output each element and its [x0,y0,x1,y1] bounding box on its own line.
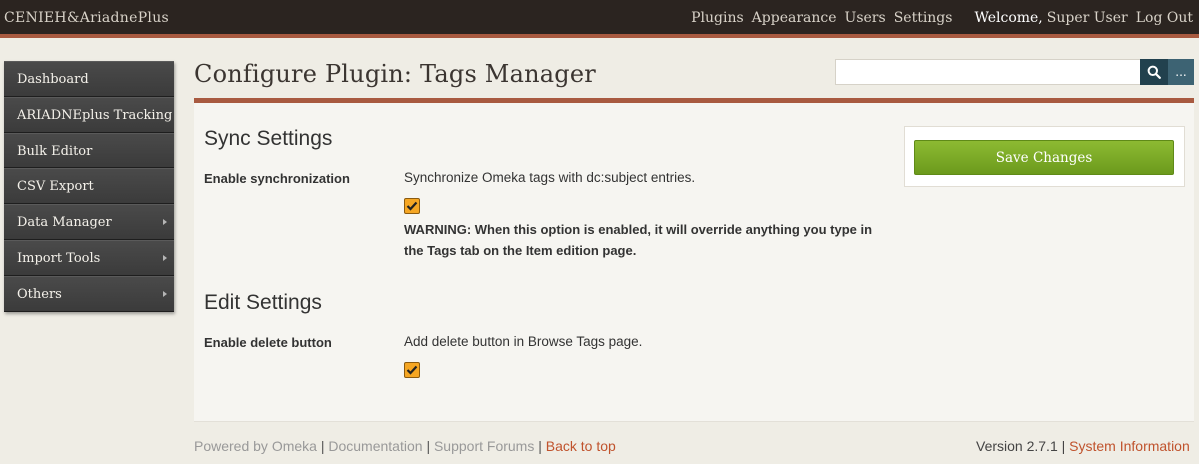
powered-by-omeka-link[interactable]: Powered by Omeka [194,438,317,454]
enable-delete-button-description: Add delete button in Browse Tags page. [404,334,643,349]
support-forums-link[interactable]: Support Forums [434,438,534,454]
sidebar-item-ariadneplus-tracking[interactable]: ARIADNEplus Tracking [4,96,174,133]
checkmark-icon [406,201,418,211]
sidebar-item-label: Import Tools [17,250,101,266]
sidebar-item-label: ARIADNEplus Tracking [17,107,173,123]
footer-separator: | [1061,438,1066,454]
top-bar: CENIEH&AriadnePlus Plugins Appearance Us… [0,0,1199,38]
chevron-right-icon [163,254,167,261]
search-button[interactable] [1140,59,1168,85]
enable-delete-button-label: Enable delete button [204,335,332,350]
sidebar-item-csv-export[interactable]: CSV Export [4,168,174,205]
page-title: Configure Plugin: Tags Manager [194,60,596,88]
sidebar-item-label: Dashboard [17,72,89,87]
sync-settings-title: Sync Settings [204,127,333,150]
version-text: Version 2.7.1 [976,438,1058,454]
documentation-link[interactable]: Documentation [328,438,422,454]
footer-separator: | [538,438,542,454]
sync-warning-text: WARNING: When this option is enabled, it… [404,222,873,258]
save-changes-button[interactable]: Save Changes [914,140,1174,175]
nav-appearance[interactable]: Appearance [752,10,837,26]
enable-synchronization-checkbox[interactable] [404,198,420,214]
sidebar-item-bulk-editor[interactable]: Bulk Editor [4,132,174,169]
user-link[interactable]: Super User [1047,10,1128,26]
enable-delete-button-checkbox[interactable] [404,362,420,378]
edit-settings-title: Edit Settings [204,291,322,314]
footer-separator: | [320,438,325,454]
sidebar-item-label: Bulk Editor [17,143,93,159]
sidebar-item-import-tools[interactable]: Import Tools [4,239,174,276]
nav-spacer [960,10,974,26]
system-information-link[interactable]: System Information [1069,438,1190,454]
enable-synchronization-label: Enable synchronization [204,171,350,186]
top-nav: Plugins Appearance Users Settings Welcom… [691,10,1199,26]
sidebar-item-label: Data Manager [17,215,112,231]
chevron-right-icon [163,290,167,297]
sidebar-item-others[interactable]: Others [4,275,174,312]
enable-synchronization-description: Synchronize Omeka tags with dc:subject e… [404,170,696,185]
sidebar-item-label: CSV Export [17,179,94,195]
checkmark-icon [406,365,418,375]
footer-separator: | [426,438,431,454]
nav-plugins[interactable]: Plugins [691,10,744,26]
site-title[interactable]: CENIEH&AriadnePlus [4,10,169,26]
footer-version: Version 2.7.1 | System Information [976,438,1190,454]
advanced-search-button[interactable]: ... [1168,59,1194,85]
sidebar-item-label: Others [17,286,62,302]
sidebar-item-data-manager[interactable]: Data Manager [4,204,174,240]
search-icon [1147,65,1161,79]
welcome-text: Welcome, [974,10,1043,26]
nav-settings[interactable]: Settings [894,10,953,26]
sidebar-item-dashboard[interactable]: Dashboard [4,61,174,97]
search-input[interactable] [835,59,1141,85]
nav-users[interactable]: Users [845,10,886,26]
sidebar: Dashboard ARIADNEplus Tracking Bulk Edit… [4,61,174,312]
logout-link[interactable]: Log Out [1136,10,1193,26]
chevron-right-icon [163,219,167,226]
back-to-top-link[interactable]: Back to top [546,438,616,454]
footer-links: Powered by Omeka | Documentation | Suppo… [194,438,616,454]
